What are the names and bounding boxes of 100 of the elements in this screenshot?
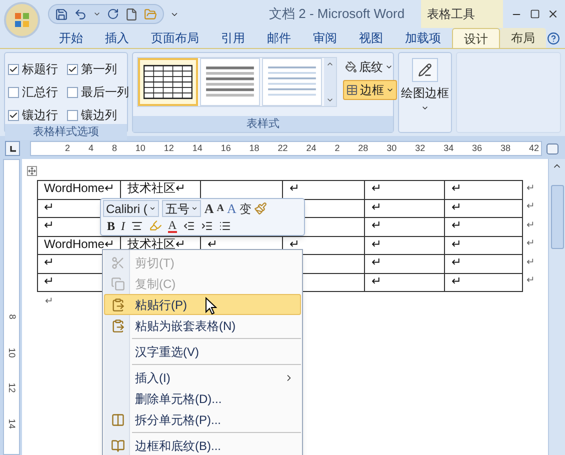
- row-end-mark: ↵: [526, 201, 534, 212]
- ribbon-tab[interactable]: 加载项: [394, 28, 452, 48]
- checkbox[interactable]: [67, 86, 78, 98]
- table-style-thumbnail[interactable]: [138, 58, 198, 106]
- ribbon-tab[interactable]: 审阅: [302, 28, 348, 48]
- table-cell: ↵: [364, 254, 445, 273]
- table-cell: ↵: [444, 199, 523, 218]
- ribbon-tab[interactable]: 布局: [500, 28, 546, 48]
- row-end-mark: ↵: [526, 256, 534, 268]
- ribbon-tab[interactable]: 引用: [210, 28, 256, 48]
- table-style-thumbnail[interactable]: [200, 58, 260, 106]
- phonetic-guide-button[interactable]: 变: [239, 202, 252, 214]
- ruler-number: 10: [135, 142, 146, 155]
- checkbox[interactable]: [8, 110, 19, 120]
- ruler-number: 34: [444, 142, 454, 155]
- maximize-icon[interactable]: [530, 9, 540, 19]
- menu-item[interactable]: 拆分单元格(P)...: [104, 409, 301, 430]
- checkbox-label: 汇总行: [22, 84, 58, 101]
- row-end-mark: ↵: [526, 220, 534, 230]
- table-move-handle-icon[interactable]: [27, 166, 37, 176]
- grow-font-button[interactable]: A: [204, 202, 214, 215]
- window-title: 文档 2 - Microsoft Word: [269, 5, 405, 24]
- checkbox-label: 镶边列: [81, 107, 117, 124]
- new-document-icon[interactable]: [125, 8, 138, 20]
- styles-button[interactable]: A: [226, 202, 236, 215]
- table-cell: ↵: [444, 218, 523, 236]
- checkbox-label: 镶边行: [22, 107, 58, 124]
- ribbon-tab[interactable]: 页面布局: [140, 28, 210, 48]
- ruler-number: 10: [6, 347, 18, 358]
- ruler-number: 12: [164, 142, 174, 155]
- checkbox[interactable]: [8, 64, 19, 74]
- ruler-number: 2: [334, 142, 340, 155]
- ruler-number: 30: [386, 142, 397, 155]
- close-icon[interactable]: [547, 8, 559, 20]
- row-end-mark: ↵: [526, 238, 534, 249]
- menu-item[interactable]: 插入(I): [104, 367, 301, 388]
- checkbox[interactable]: [8, 86, 19, 98]
- tab-selector[interactable]: [5, 141, 20, 156]
- columns-icon: [111, 412, 125, 426]
- dropdown-icon[interactable]: [93, 10, 101, 18]
- font-size-dropdown[interactable]: 五号: [162, 200, 202, 217]
- menu-item[interactable]: 粘贴行(P): [104, 294, 301, 315]
- table-style-thumbnail[interactable]: [262, 58, 322, 106]
- checkbox[interactable]: [67, 110, 78, 120]
- clipboard-icon: [111, 318, 125, 332]
- mouse-pointer-icon: [205, 297, 217, 315]
- shrink-font-button[interactable]: A: [216, 204, 224, 214]
- clipboard-icon: [111, 298, 125, 312]
- ribbon-tab[interactable]: 视图: [348, 28, 394, 48]
- ruler-number: 14: [6, 418, 18, 428]
- table-cell: ↵: [444, 180, 523, 199]
- menu-item[interactable]: 删除单元格(D)...: [104, 388, 301, 409]
- paintbrush-icon[interactable]: [254, 202, 268, 215]
- ribbon-tab[interactable]: 设计: [452, 28, 500, 48]
- vertical-scrollbar[interactable]: [548, 159, 565, 455]
- indent-increase-icon[interactable]: [200, 220, 213, 232]
- ruler-number: 42: [528, 142, 539, 155]
- checkbox-label: 标题行: [22, 61, 58, 78]
- shading-button[interactable]: 底纹: [343, 57, 397, 77]
- copy-icon: [111, 276, 125, 290]
- ruler-number: 8: [6, 314, 18, 320]
- ribbon-tab[interactable]: 开始: [48, 28, 94, 48]
- help-icon[interactable]: [547, 32, 560, 45]
- checkbox-label: 最后一列: [81, 84, 129, 101]
- table-cell: ↵: [444, 236, 523, 254]
- font-color-button[interactable]: A: [168, 218, 177, 232]
- logo-icon: [14, 12, 30, 28]
- scissors-icon: [111, 256, 125, 270]
- draw-borders-button[interactable]: 绘图边框: [398, 52, 452, 133]
- ruler-number: 18: [249, 142, 260, 155]
- borders-button[interactable]: 边框: [343, 80, 397, 100]
- gallery-scrollbar[interactable]: [324, 58, 336, 106]
- checkbox[interactable]: [67, 64, 78, 74]
- italic-button[interactable]: I: [121, 220, 126, 232]
- align-center-icon[interactable]: [131, 220, 144, 232]
- ruler-number: 22: [278, 142, 288, 155]
- font-dropdown[interactable]: Calibri (: [103, 200, 160, 217]
- bold-button[interactable]: B: [107, 220, 116, 232]
- ribbon-tab[interactable]: 邮件: [256, 28, 302, 48]
- save-icon[interactable]: [55, 8, 68, 20]
- menu-item[interactable]: 边框和底纹(B)...: [104, 435, 301, 455]
- paint-bucket-icon: [345, 61, 357, 73]
- table-cell: ↵: [364, 199, 445, 218]
- ruler-toggle-icon[interactable]: [546, 142, 560, 156]
- redo-icon[interactable]: [107, 8, 119, 20]
- paragraph-mark: ↵: [45, 295, 53, 309]
- table-cell: ↵: [364, 273, 445, 292]
- table-icon: [346, 84, 358, 96]
- scroll-up-icon[interactable]: [326, 60, 334, 68]
- scroll-down-icon[interactable]: [326, 96, 334, 104]
- ruler-number: 12: [6, 382, 18, 393]
- table-cell: ↵: [444, 273, 523, 292]
- ruler-number: 8: [112, 142, 117, 155]
- indent-decrease-icon[interactable]: [182, 220, 195, 232]
- group-title: 表格样式选项: [5, 124, 127, 140]
- undo-icon[interactable]: [74, 8, 87, 20]
- menu-item[interactable]: 粘贴为嵌套表格(N): [104, 315, 301, 336]
- scrollbar-thumb[interactable]: [550, 185, 564, 249]
- menu-item[interactable]: 汉字重选(V): [104, 341, 301, 362]
- ribbon-tab[interactable]: 插入: [94, 28, 140, 48]
